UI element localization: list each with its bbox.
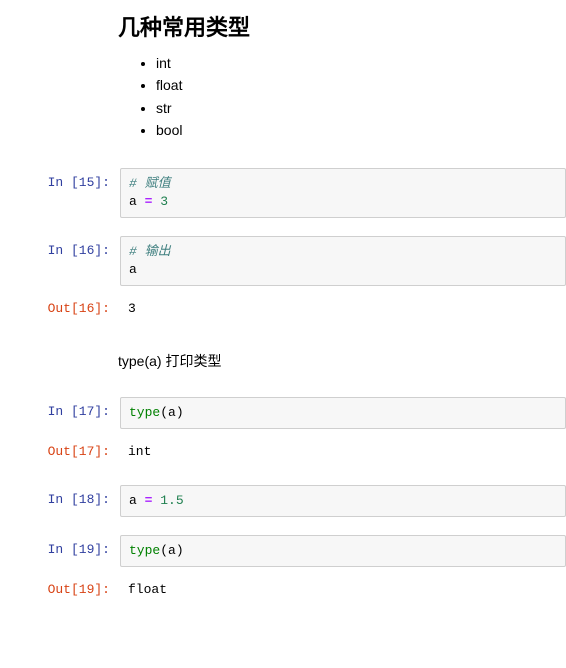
markdown-cell-typea: type(a) 打印类型	[110, 329, 566, 393]
code-var: a	[129, 194, 145, 209]
code-input-18[interactable]: a = 1.5	[120, 485, 566, 517]
code-var: a	[168, 405, 176, 420]
code-func: type	[129, 405, 160, 420]
list-item: bool	[156, 119, 558, 141]
cell-in-18: In [18]: a = 1.5	[0, 481, 566, 521]
output-17: int	[120, 437, 566, 467]
cell-in-15: In [15]: # 赋值 a = 3	[0, 164, 566, 222]
code-var: a	[168, 543, 176, 558]
cell-out-19: Out[19]: float	[0, 571, 566, 609]
heading-common-types: 几种常用类型	[118, 10, 558, 42]
prompt-out-17: Out[17]:	[0, 437, 120, 461]
code-number: 3	[160, 194, 168, 209]
code-comment: # 赋值	[129, 176, 171, 191]
prompt-out-19: Out[19]:	[0, 575, 120, 599]
prompt-in-15: In [15]:	[0, 168, 120, 192]
code-number: 1.5	[160, 493, 183, 508]
code-var: a	[129, 493, 145, 508]
prompt-in-18: In [18]:	[0, 485, 120, 509]
note-typea: type(a) 打印类型	[118, 351, 558, 371]
code-input-16[interactable]: # 输出 a	[120, 236, 566, 286]
output-19: float	[120, 575, 566, 605]
list-item: float	[156, 74, 558, 96]
cell-out-16: Out[16]: 3	[0, 290, 566, 328]
code-comment: # 输出	[129, 244, 171, 259]
list-item: int	[156, 52, 558, 74]
cell-in-19: In [19]: type(a)	[0, 531, 566, 571]
types-list: int float str bool	[118, 52, 558, 142]
code-input-17[interactable]: type(a)	[120, 397, 566, 429]
code-var: a	[129, 262, 137, 277]
code-func: type	[129, 543, 160, 558]
prompt-in-16: In [16]:	[0, 236, 120, 260]
list-item: str	[156, 97, 558, 119]
prompt-out-16: Out[16]:	[0, 294, 120, 318]
cell-in-17: In [17]: type(a)	[0, 393, 566, 433]
prompt-in-19: In [19]:	[0, 535, 120, 559]
code-input-15[interactable]: # 赋值 a = 3	[120, 168, 566, 218]
output-16: 3	[120, 294, 566, 324]
cell-out-17: Out[17]: int	[0, 433, 566, 471]
markdown-cell-types: 几种常用类型 int float str bool	[110, 0, 566, 154]
cell-in-16: In [16]: # 输出 a	[0, 232, 566, 290]
code-input-19[interactable]: type(a)	[120, 535, 566, 567]
prompt-in-17: In [17]:	[0, 397, 120, 421]
